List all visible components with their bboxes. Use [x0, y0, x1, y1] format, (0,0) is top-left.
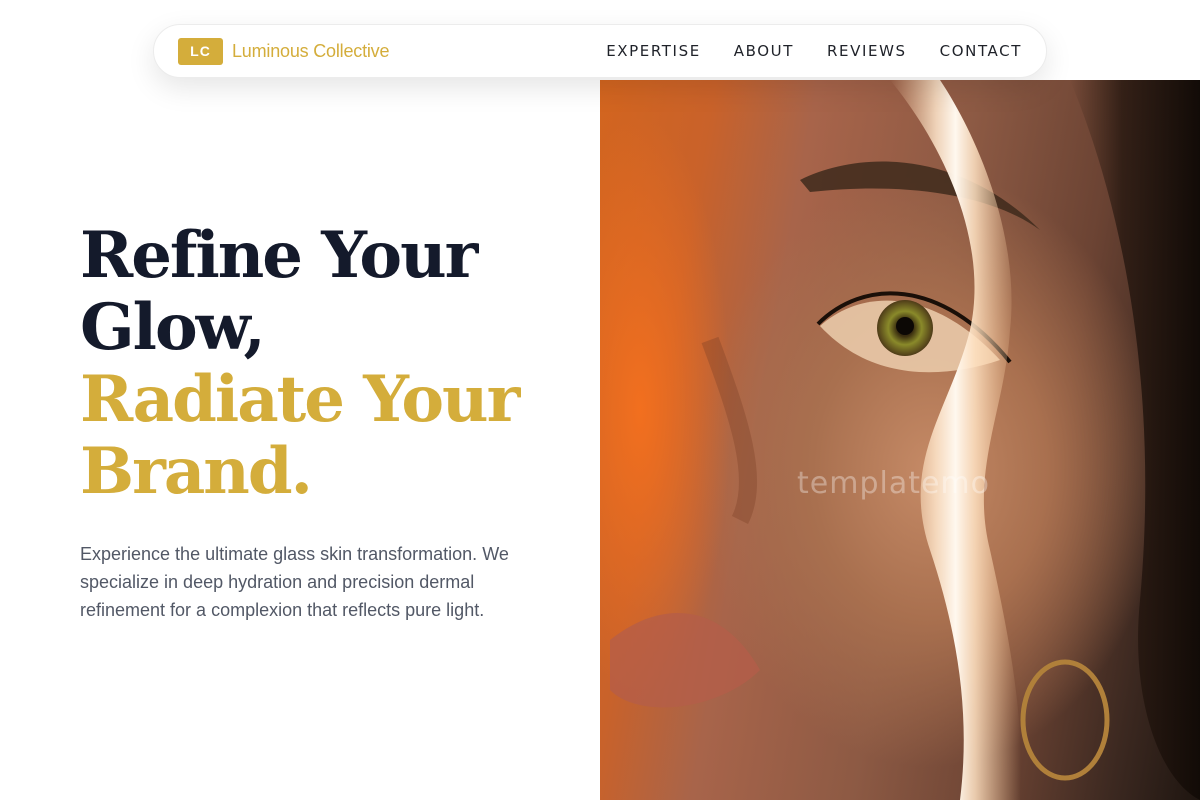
hero-description: Experience the ultimate glass skin trans… — [80, 544, 509, 620]
landing-page: LC Luminous Collective EXPERTISE ABOUT R… — [0, 0, 1200, 800]
nav-link-reviews[interactable]: REVIEWS — [827, 42, 907, 60]
nav-link-expertise[interactable]: EXPERTISE — [606, 42, 701, 60]
image-watermark: templatemo — [797, 466, 991, 501]
brand-logo-link[interactable]: LC Luminous Collective — [178, 37, 390, 65]
top-navigation: LC Luminous Collective EXPERTISE ABOUT R… — [153, 24, 1047, 78]
hero-content: Refine Your Glow, Radiate Your Brand. Ex… — [80, 220, 550, 624]
nav-link-contact[interactable]: CONTACT — [940, 42, 1022, 60]
headline-accent-line-2: Brand. — [80, 434, 313, 509]
hero-portrait-image: templatemo — [600, 80, 1200, 800]
nav-menu: EXPERTISE ABOUT REVIEWS CONTACT — [606, 42, 1022, 60]
hero-headline: Refine Your Glow, Radiate Your Brand. — [80, 220, 550, 508]
headline-line-1: Refine Your — [80, 218, 478, 293]
headline-accent-line-1: Radiate Your — [80, 362, 520, 437]
portrait-illustration — [610, 80, 1200, 800]
nav-link-about[interactable]: ABOUT — [734, 42, 794, 60]
brand-badge: LC — [178, 37, 223, 65]
brand-name: Luminous Collective — [232, 40, 390, 61]
headline-line-2: Glow, — [80, 290, 266, 365]
